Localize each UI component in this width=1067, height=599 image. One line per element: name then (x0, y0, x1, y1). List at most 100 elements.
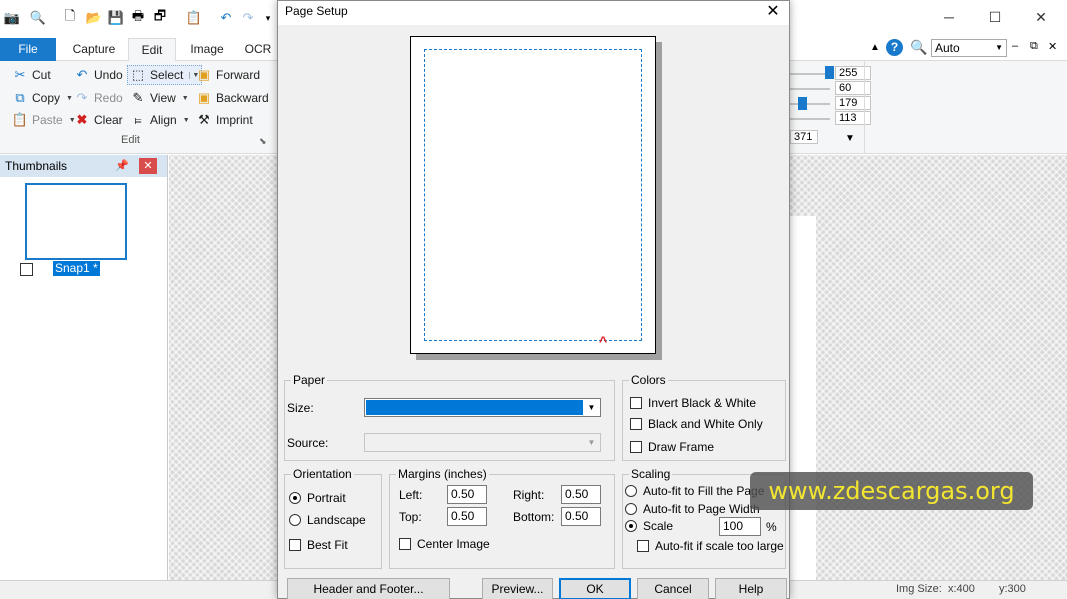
tab-file[interactable]: File (0, 38, 56, 61)
redo-icon[interactable]: ↷ (240, 10, 256, 26)
customize-toolbar-icon[interactable]: ▾ (260, 10, 276, 26)
new-file-icon[interactable]: 🗋 (62, 8, 78, 26)
clipboard-icon[interactable]: 📋 (186, 10, 202, 26)
close-icon[interactable]: ✕ (139, 158, 157, 174)
colors-legend: Colors (631, 373, 666, 387)
preview-button[interactable]: Preview... (482, 578, 553, 599)
center-image-checkbox[interactable]: Center Image (399, 537, 490, 551)
color-value-field[interactable]: 255 (835, 66, 871, 80)
thumbnails-panel: Thumbnails 📌 ✕ Snap1 * (0, 155, 168, 580)
paper-legend: Paper (293, 373, 326, 387)
partial-value-field[interactable]: 371 (790, 130, 818, 144)
bottom-margin-input[interactable]: 0.50 (561, 507, 601, 526)
close-window-button[interactable]: ✕ (1018, 2, 1064, 32)
cancel-button[interactable]: Cancel (637, 578, 709, 599)
percent-label: % (766, 520, 777, 534)
watermark: www.zdescargas.org (750, 472, 1033, 510)
backward-button[interactable]: ▣ Backward (196, 88, 269, 108)
open-folder-icon[interactable]: 📂 (86, 10, 102, 26)
minimize-button[interactable]: ─ (926, 2, 972, 32)
left-margin-input[interactable]: 0.50 (447, 485, 487, 504)
save-icon[interactable]: 💾 (108, 10, 124, 26)
clear-label: Clear (94, 113, 123, 127)
right-margin-label: Right: (513, 488, 545, 502)
zoom-icon[interactable]: 🔍 (30, 10, 46, 26)
doc-restore-icon[interactable]: ⧉ (1030, 40, 1038, 53)
collapse-ribbon-icon[interactable]: ▲ (870, 42, 880, 53)
dialog-launcher-icon[interactable]: ⬊ (259, 136, 267, 147)
page-width-radio[interactable]: Auto-fit to Page Width (625, 502, 760, 516)
thumbnail-image[interactable] (25, 183, 127, 260)
undo-button[interactable]: ↶ Undo (74, 65, 123, 85)
doc-minimize-icon[interactable]: – (1012, 40, 1018, 52)
tab-ocr[interactable]: OCR (240, 38, 276, 61)
slider-thumb[interactable] (798, 97, 807, 110)
best-fit-checkbox[interactable]: Best Fit (289, 538, 348, 552)
camera-icon[interactable]: 📷 (4, 10, 20, 26)
img-y-value: y:300 (999, 583, 1026, 595)
undo-icon: ↶ (76, 67, 88, 82)
clear-button[interactable]: ✖ Clear (74, 110, 123, 130)
dialog-titlebar: Page Setup ✕ (278, 1, 789, 25)
slider-track (790, 103, 830, 105)
paper-size-select[interactable]: ▼ (364, 398, 601, 417)
autofit-large-checkbox[interactable]: Auto-fit if scale too large (637, 539, 784, 553)
tab-image[interactable]: Image (182, 38, 232, 61)
help-button[interactable]: Help (715, 578, 787, 599)
select-button[interactable]: ⬚ Select ▼ (127, 65, 203, 85)
tab-capture[interactable]: Capture (64, 38, 124, 61)
search-icon[interactable]: 🔍 (910, 39, 927, 56)
tab-edit[interactable]: Edit (128, 38, 176, 62)
more-arrow-icon[interactable]: ▼ (845, 133, 855, 144)
imprint-label: Imprint (216, 113, 253, 127)
paste-button[interactable]: 📋 Paste ▼ (12, 110, 76, 130)
align-button[interactable]: ⫢ Align ▼ (130, 110, 190, 130)
forward-button[interactable]: ▣ Forward (196, 65, 260, 85)
undo-icon[interactable]: ↶ (218, 10, 234, 26)
color-value-field[interactable]: 179 (835, 96, 871, 110)
top-margin-input[interactable]: 0.50 (447, 507, 487, 526)
bw-only-label: Black and White Only (648, 417, 763, 431)
bw-only-checkbox[interactable]: Black and White Only (630, 417, 763, 431)
header-footer-button[interactable]: Header and Footer... (287, 578, 450, 599)
paste-label: Paste (32, 113, 63, 127)
zoom-select[interactable]: Auto ▼ (931, 39, 1007, 57)
checkbox-box (630, 418, 642, 430)
print-icon[interactable]: 🖶 (130, 8, 146, 26)
help-icon[interactable]: ? (886, 39, 903, 56)
color-value-field[interactable]: 60 (835, 81, 871, 95)
caret-up-icon: ^ (599, 333, 608, 349)
left-margin-label: Left: (399, 488, 423, 502)
thumbnail-checkbox[interactable] (20, 263, 33, 276)
checkbox-box (637, 540, 649, 552)
page-preview: ^ (410, 36, 656, 354)
copy-button[interactable]: ⧉ Copy ▼ (12, 88, 73, 108)
ok-button[interactable]: OK (559, 578, 631, 599)
doc-close-icon[interactable]: ✕ (1048, 40, 1057, 53)
view-button[interactable]: ✎ View ▼ (130, 88, 189, 108)
maximize-button[interactable]: ☐ (972, 2, 1018, 32)
cut-button[interactable]: ✂ Cut (12, 65, 51, 85)
scale-radio[interactable]: Scale (625, 519, 673, 533)
slider-track (790, 118, 830, 120)
pin-icon[interactable]: 📌 (115, 159, 129, 172)
close-icon[interactable]: ✕ (763, 2, 783, 22)
paper-source-select[interactable]: ▼ (364, 433, 601, 452)
thumbnail-label[interactable]: Snap1 * (53, 261, 100, 276)
redo-button[interactable]: ↷ Redo (74, 88, 123, 108)
chevron-down-icon: ▼ (182, 116, 190, 124)
right-margin-input[interactable]: 0.50 (561, 485, 601, 504)
invert-checkbox[interactable]: Invert Black & White (630, 396, 756, 410)
chevron-down-icon: ▼ (995, 43, 1003, 52)
window-icon[interactable]: 🗗 (152, 8, 168, 26)
scale-input[interactable]: 100 (719, 517, 761, 536)
fill-page-radio[interactable]: Auto-fit to Fill the Page (625, 484, 764, 498)
chevron-down-icon: ▼ (181, 94, 189, 102)
slider-thumb[interactable] (825, 66, 834, 79)
landscape-radio[interactable]: Landscape (289, 513, 366, 527)
portrait-radio[interactable]: Portrait (289, 491, 346, 505)
fill-page-label: Auto-fit to Fill the Page (643, 484, 765, 498)
color-value-field[interactable]: 113 (835, 111, 871, 125)
imprint-button[interactable]: ⚒ Imprint (196, 110, 253, 130)
draw-frame-checkbox[interactable]: Draw Frame (630, 440, 714, 454)
